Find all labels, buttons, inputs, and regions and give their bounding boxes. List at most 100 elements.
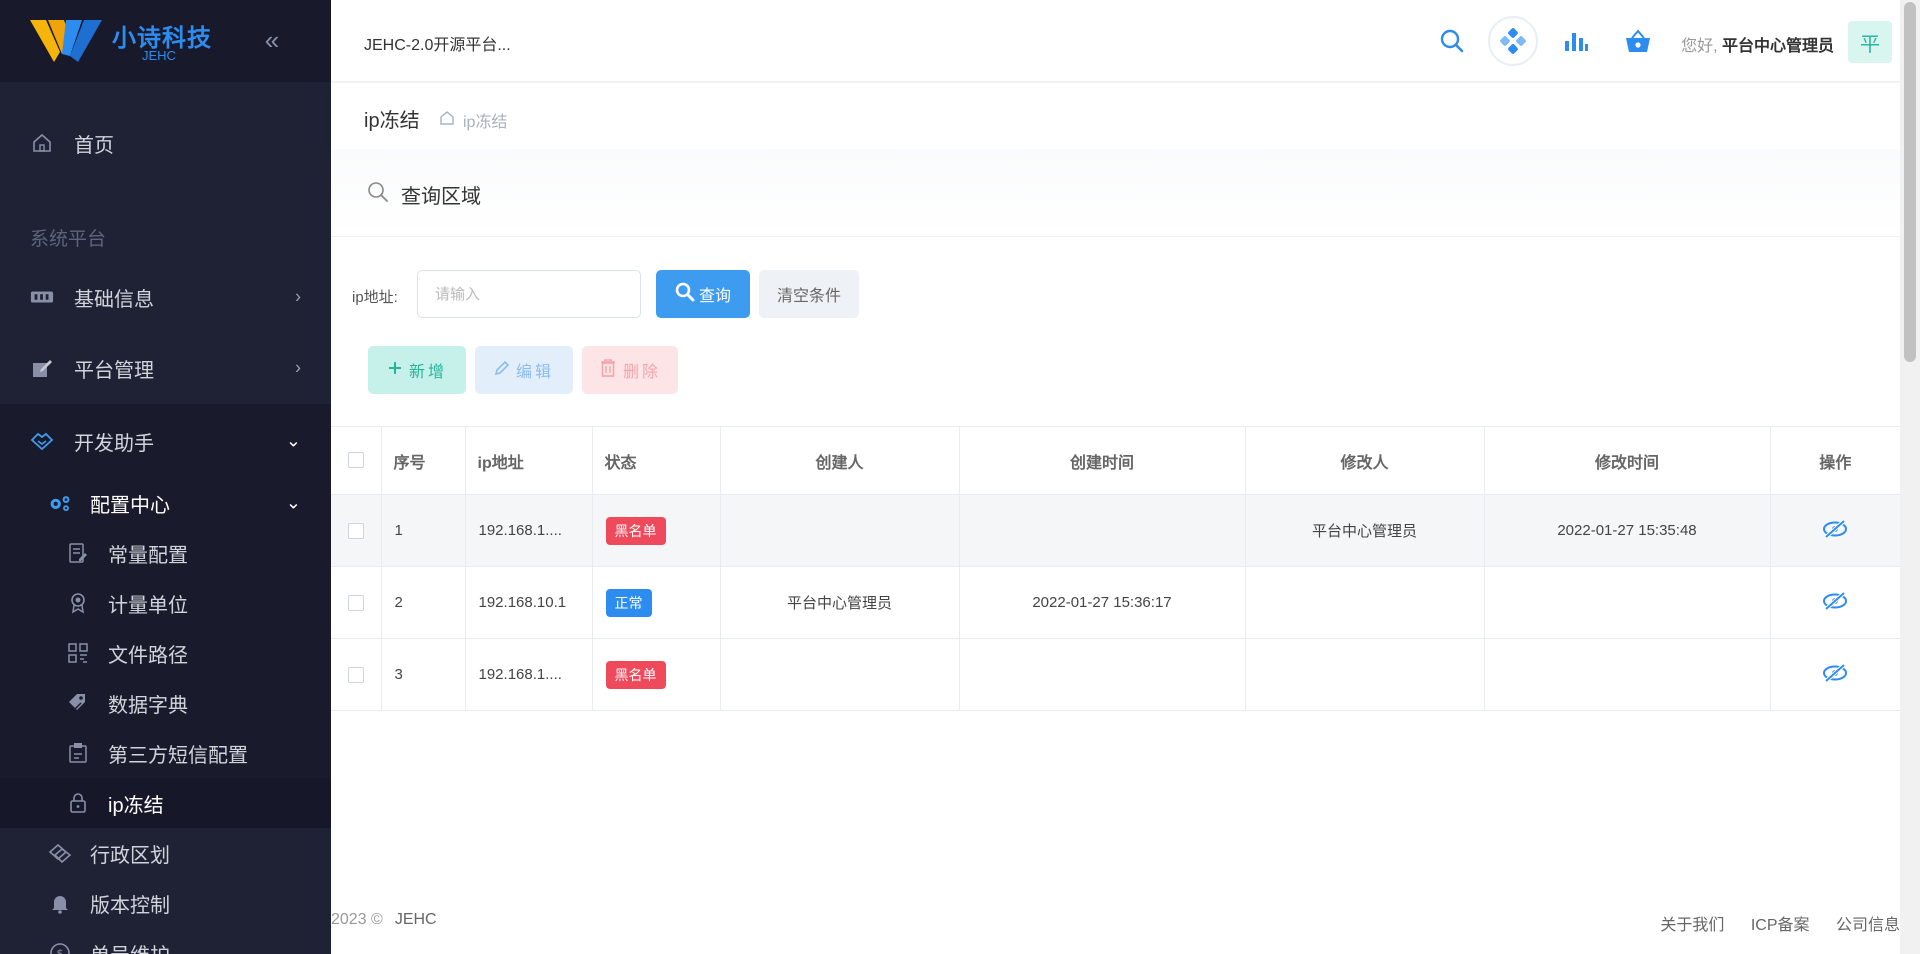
- ip-label: ip地址:: [352, 289, 398, 306]
- sidebar-item-measure-unit[interactable]: 计量单位: [0, 578, 331, 628]
- cell-ip: 192.168.1....: [465, 494, 593, 567]
- table-row[interactable]: 1 192.168.1.... 黑名单 平台中心管理员 2022-01-27 1…: [331, 494, 1900, 567]
- sidebar-item-label: 版本控制: [90, 894, 170, 917]
- eye-slash-icon[interactable]: [1822, 591, 1848, 615]
- sidebar-item-config-center[interactable]: 配置中心 ⌄: [0, 478, 331, 528]
- clear-button[interactable]: 清空条件: [759, 270, 859, 318]
- breadcrumb: ip冻结: [439, 108, 507, 132]
- eye-slash-icon[interactable]: [1822, 663, 1848, 687]
- user-greeting[interactable]: 您好, 平台中心管理员: [1681, 32, 1834, 56]
- avatar[interactable]: 平: [1848, 21, 1892, 63]
- breadcrumb-item[interactable]: ip冻结: [463, 108, 507, 132]
- cell-creator: [720, 494, 960, 567]
- edit-button[interactable]: 编辑: [475, 346, 573, 394]
- copyright-text: 2023 ©: [331, 911, 383, 928]
- cell-no: 1: [381, 494, 466, 567]
- edit-button-label: 编辑: [515, 364, 554, 381]
- breadcrumb-bar: ip冻结 ip冻结: [331, 83, 1900, 149]
- apps-icon[interactable]: [1488, 16, 1538, 66]
- search-icon: [367, 181, 389, 208]
- site-title[interactable]: JEHC-2.0开源平台...: [364, 31, 511, 55]
- bar-chart-icon[interactable]: [1555, 20, 1597, 62]
- sidebar-item-home[interactable]: 首页: [0, 118, 331, 168]
- query-button-label: 查询: [698, 288, 731, 305]
- select-all-checkbox[interactable]: [347, 452, 364, 469]
- cell-modified: [1484, 566, 1771, 639]
- chevron-down-icon: ⌄: [285, 430, 301, 451]
- row-checkbox-cell[interactable]: [331, 638, 382, 711]
- row-checkbox[interactable]: [347, 595, 364, 612]
- delete-button-label: 删除: [622, 364, 661, 381]
- delete-button[interactable]: 删除: [582, 346, 678, 394]
- sidebar-item-file-path[interactable]: 文件路径: [0, 628, 331, 678]
- sidebar-item-label: 行政区划: [90, 844, 170, 867]
- cell-actions: [1770, 566, 1900, 639]
- status-badge: 黑名单: [605, 516, 666, 545]
- cell-creator: 平台中心管理员: [720, 566, 960, 639]
- collapse-sidebar-icon[interactable]: «: [256, 26, 288, 56]
- sidebar-section-title: 系统平台: [30, 229, 107, 250]
- footer-link-about[interactable]: 关于我们: [1660, 917, 1724, 934]
- cell-modified: 2022-01-27 15:35:48: [1484, 494, 1771, 567]
- ip-address-input[interactable]: [417, 270, 641, 318]
- award-icon: [66, 591, 90, 615]
- cell-modified: [1484, 638, 1771, 711]
- sidebar-item-version-control[interactable]: 版本控制: [0, 878, 331, 928]
- sidebar-item-constant-config[interactable]: 常量配置: [0, 528, 331, 578]
- cell-ip: 192.168.1....: [465, 638, 593, 711]
- sidebar-item-ip-freeze[interactable]: ip冻结: [0, 778, 331, 828]
- cell-modifier: [1245, 638, 1485, 711]
- footer: 2023 © JEHC 关于我们 ICP备案 公司信息: [331, 879, 1900, 954]
- sidebar-item-basic-info[interactable]: 基础信息 ›: [0, 272, 331, 322]
- sidebar-item-label: 基础信息: [74, 288, 154, 311]
- cell-actions: [1770, 638, 1900, 711]
- column-header: 修改人: [1245, 426, 1485, 495]
- row-checkbox[interactable]: [347, 667, 364, 684]
- eye-slash-icon[interactable]: [1822, 519, 1848, 543]
- user-name: 平台中心管理员: [1721, 38, 1834, 55]
- cell-modifier: 平台中心管理员: [1245, 494, 1485, 567]
- add-button[interactable]: 新增: [368, 346, 466, 394]
- clipboard-icon: [66, 741, 90, 765]
- sidebar-item-sms-config[interactable]: 第三方短信配置: [0, 728, 331, 778]
- footer-link-icp[interactable]: ICP备案: [1751, 917, 1810, 934]
- search-icon[interactable]: [1431, 20, 1473, 62]
- status-badge: 正常: [605, 588, 652, 617]
- home-icon: [30, 131, 54, 155]
- cell-status: 正常: [592, 566, 721, 639]
- sidebar-item-data-dictionary[interactable]: 数据字典: [0, 678, 331, 728]
- row-checkbox-cell[interactable]: [331, 494, 382, 567]
- table-row[interactable]: 2 192.168.10.1 正常 平台中心管理员 2022-01-27 15:…: [331, 566, 1900, 639]
- select-all-checkbox-cell[interactable]: [331, 426, 382, 495]
- row-checkbox[interactable]: [347, 523, 364, 540]
- sidebar-item-label: 第三方短信配置: [108, 744, 248, 767]
- row-checkbox-cell[interactable]: [331, 566, 382, 639]
- sidebar-item-label: 文件路径: [108, 644, 188, 667]
- sidebar-item-label: 计量单位: [108, 594, 188, 617]
- sidebar-item-serial-number[interactable]: $ 单号维护: [0, 928, 331, 954]
- footer-link-company[interactable]: 公司信息: [1836, 917, 1900, 934]
- top-header: JEHC-2.0开源平台... 您好, 平台中心管理员 平: [331, 0, 1900, 82]
- home-icon[interactable]: [439, 110, 455, 131]
- cell-created: [959, 638, 1246, 711]
- column-header: 创建时间: [959, 426, 1246, 495]
- sidebar-item-admin-division[interactable]: 行政区划: [0, 828, 331, 878]
- query-panel-header: 查询区域: [331, 149, 1900, 237]
- sidebar-item-label: 配置中心: [90, 494, 170, 517]
- status-badge: 黑名单: [605, 660, 666, 689]
- handshake-icon: [30, 429, 54, 453]
- gears-icon: [48, 491, 72, 515]
- table-row[interactable]: 3 192.168.1.... 黑名单: [331, 638, 1900, 711]
- sidebar-item-platform-management[interactable]: 平台管理 ›: [0, 343, 331, 393]
- logo-bar: 小诗科技 JEHC «: [0, 0, 331, 82]
- query-button[interactable]: 查询: [656, 270, 750, 318]
- column-header: 操作: [1770, 426, 1900, 495]
- layers-icon: [48, 841, 72, 865]
- column-header: 创建人: [720, 426, 960, 495]
- footer-brand[interactable]: JEHC: [395, 911, 437, 928]
- sidebar-item-dev-assistant[interactable]: 开发助手 ⌄: [0, 404, 331, 478]
- page-scrollbar[interactable]: [1900, 0, 1920, 954]
- add-button-label: 新增: [408, 364, 447, 381]
- scrollbar-thumb[interactable]: [1904, 2, 1916, 362]
- basket-icon[interactable]: [1617, 20, 1659, 62]
